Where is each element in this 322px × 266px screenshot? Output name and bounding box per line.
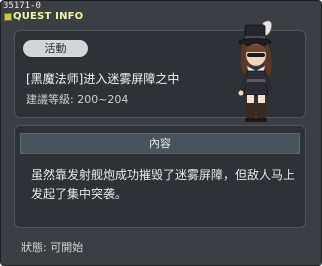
quest-description: 虽然靠发射舰炮成功摧毁了迷雾屏障，但敌人马上发起了集中突袭。 (31, 168, 296, 201)
quest-info-window: 35171-0 QUEST INFO 活動 [黑魔法师]进入迷雾屏障之中 建議等… (0, 0, 322, 266)
quest-id: 35171-0 (3, 1, 41, 11)
recommended-level: 建議等級: 200~204 (26, 93, 129, 106)
npc-portrait-icon (238, 20, 273, 122)
content-header: 內容 (20, 133, 300, 154)
quest-content-panel: 內容 虽然靠发射舰炮成功摧毁了迷雾屏障，但敌人马上发起了集中突袭。 (14, 125, 306, 228)
quest-name: [黑魔法师]进入迷雾屏障之中 (26, 72, 180, 86)
quest-category-tag: 活動 (23, 40, 88, 57)
quest-status: 狀態: 可開始 (21, 241, 84, 254)
window-title: QUEST INFO (13, 11, 84, 22)
quest-icon (4, 13, 12, 21)
